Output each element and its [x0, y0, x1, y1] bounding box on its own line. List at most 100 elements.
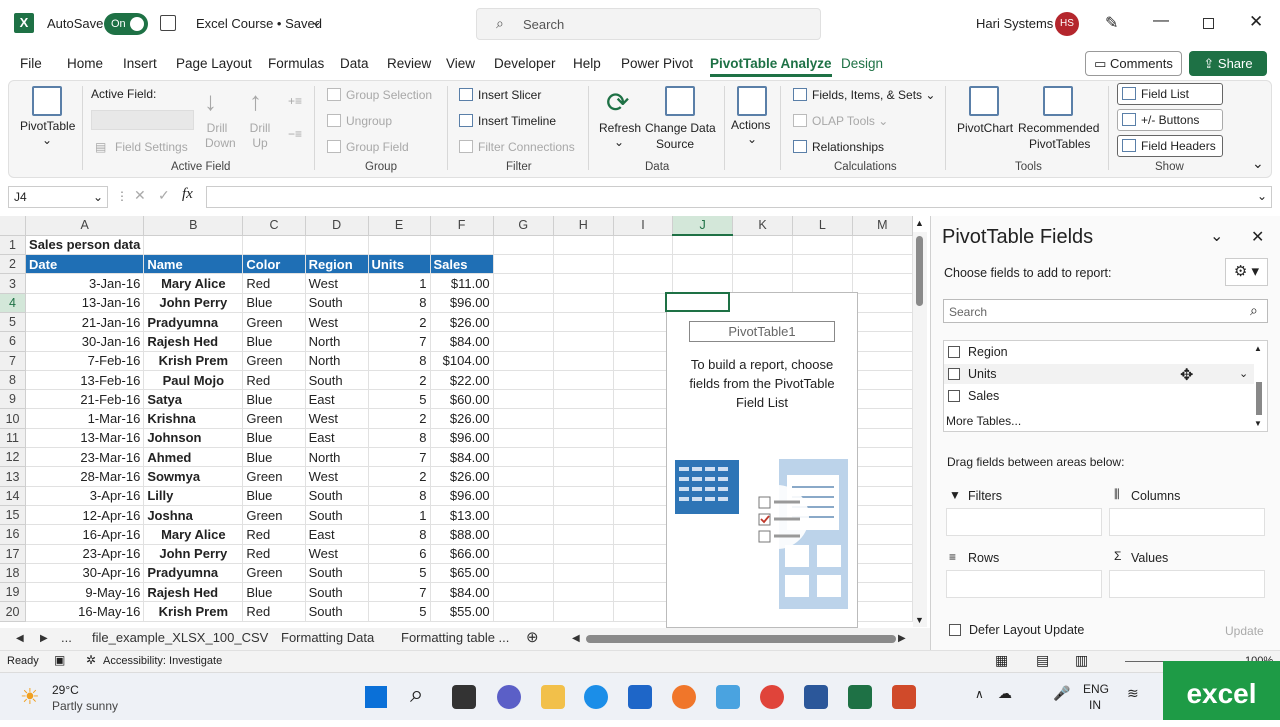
table-cell[interactable]: 16-May-16	[25, 601, 145, 622]
table-cell[interactable]: $84.00	[430, 447, 494, 468]
table-cell[interactable]: 8	[368, 351, 431, 371]
row-number[interactable]: 11	[0, 428, 27, 449]
table-cell[interactable]: Blue	[242, 293, 306, 313]
table-cell[interactable]: 2	[368, 312, 431, 333]
share-button[interactable]: ⇪ Share	[1189, 51, 1267, 76]
rows-area[interactable]	[946, 570, 1102, 598]
table-cell[interactable]: $60.00	[430, 389, 494, 410]
table-cell[interactable]: 5	[368, 601, 431, 622]
table-cell[interactable]: South	[305, 582, 369, 603]
enter-icon[interactable]: ✓	[158, 187, 170, 204]
cell[interactable]	[792, 254, 853, 275]
cell[interactable]	[493, 273, 554, 294]
table-cell[interactable]: Green	[242, 312, 306, 333]
table-cell[interactable]: $65.00	[430, 563, 494, 584]
cell[interactable]	[553, 447, 614, 468]
cell[interactable]	[613, 408, 674, 429]
file-explorer-icon[interactable]	[541, 685, 565, 709]
table-cell[interactable]: North	[305, 447, 369, 468]
table-cell[interactable]: 8	[368, 428, 431, 449]
page-break-view-icon[interactable]: ▥	[1075, 652, 1088, 669]
group-field-button[interactable]: Group Field	[327, 140, 409, 154]
table-cell[interactable]: South	[305, 486, 369, 506]
filters-area[interactable]	[946, 508, 1102, 536]
tab-pivottable-analyze[interactable]: PivotTable Analyze	[710, 56, 832, 77]
cell[interactable]	[493, 312, 554, 333]
cell[interactable]	[672, 235, 734, 256]
row-number[interactable]: 2	[0, 254, 27, 275]
table-cell[interactable]: West	[305, 273, 369, 294]
scroll-down-icon[interactable]: ▼	[915, 615, 924, 625]
formula-input[interactable]	[206, 186, 1272, 208]
plus-minus-buttons-button[interactable]: +/- Buttons	[1117, 109, 1223, 131]
column-header[interactable]: M	[852, 216, 913, 236]
cell[interactable]	[732, 254, 793, 275]
cell[interactable]	[430, 235, 494, 256]
table-cell[interactable]: Green	[242, 563, 306, 584]
table-cell[interactable]: South	[305, 293, 369, 313]
cell[interactable]	[852, 389, 913, 410]
table-cell[interactable]: $13.00	[430, 505, 494, 526]
cell[interactable]	[852, 235, 913, 256]
cell[interactable]	[852, 447, 913, 468]
table-cell[interactable]: 8	[368, 486, 431, 506]
chevron-down-icon[interactable]: ⌄	[747, 132, 757, 146]
cell[interactable]	[613, 505, 674, 526]
table-cell[interactable]: 7-Feb-16	[25, 351, 145, 371]
tab-help[interactable]: Help	[573, 56, 601, 71]
insert-slicer-button[interactable]: Insert Slicer	[459, 88, 541, 102]
chevron-down-icon[interactable]: ⌄	[93, 187, 103, 207]
cell[interactable]	[493, 254, 554, 275]
cell[interactable]	[613, 601, 674, 622]
table-cell[interactable]: Green	[242, 408, 306, 429]
row-number[interactable]: 12	[0, 447, 27, 468]
table-header-cell[interactable]: Units	[368, 254, 431, 275]
table-cell[interactable]: 9-May-16	[25, 582, 145, 603]
row-number[interactable]: 5	[0, 312, 27, 333]
cell[interactable]	[553, 370, 614, 391]
checkbox[interactable]	[948, 390, 960, 402]
app-icon[interactable]	[892, 685, 916, 709]
actions-icon[interactable]	[737, 86, 767, 116]
table-cell[interactable]: Johnson	[143, 428, 244, 449]
column-header[interactable]: G	[493, 216, 554, 236]
vertical-scrollbar-thumb[interactable]	[916, 236, 923, 306]
cell[interactable]	[553, 331, 614, 352]
excel-taskbar-icon[interactable]	[848, 685, 872, 709]
cell[interactable]	[613, 544, 674, 564]
group-selection-button[interactable]: Group Selection	[327, 88, 432, 102]
row-number[interactable]: 15	[0, 505, 27, 526]
cell[interactable]	[553, 544, 614, 564]
table-cell[interactable]: East	[305, 524, 369, 545]
store-icon[interactable]	[628, 685, 652, 709]
recommended-pivottables-line2[interactable]: PivotTables	[1029, 137, 1090, 151]
table-cell[interactable]: Rajesh Hed	[143, 582, 244, 603]
word-icon[interactable]	[804, 685, 828, 709]
table-cell[interactable]: 21-Feb-16	[25, 389, 145, 410]
chevron-down-icon[interactable]: ⌄	[42, 133, 52, 147]
cell[interactable]	[305, 235, 369, 256]
field-search-input[interactable]	[943, 299, 1268, 323]
change-data-source-line1[interactable]: Change Data	[645, 121, 716, 135]
table-cell[interactable]: 16-Apr-16	[25, 524, 145, 545]
cell[interactable]	[553, 293, 614, 313]
values-area[interactable]	[1109, 570, 1265, 598]
cell[interactable]	[852, 273, 913, 294]
cell[interactable]	[613, 273, 674, 294]
checkbox[interactable]	[948, 346, 960, 358]
table-cell[interactable]: 2	[368, 408, 431, 429]
cell[interactable]	[553, 601, 614, 622]
cell[interactable]	[553, 505, 614, 526]
cell[interactable]	[852, 312, 913, 333]
prev-sheet-icon[interactable]: ◀	[16, 633, 24, 644]
field-list-button[interactable]: Field List	[1117, 83, 1223, 105]
tab-power-pivot[interactable]: Power Pivot	[621, 56, 693, 71]
table-cell[interactable]: East	[305, 428, 369, 449]
row-number[interactable]: 18	[0, 563, 27, 584]
table-cell[interactable]: 5	[368, 563, 431, 584]
table-cell[interactable]: West	[305, 466, 369, 487]
cell[interactable]	[852, 582, 913, 603]
cell[interactable]	[613, 351, 674, 371]
table-cell[interactable]: Red	[242, 524, 306, 545]
cell[interactable]	[493, 466, 554, 487]
